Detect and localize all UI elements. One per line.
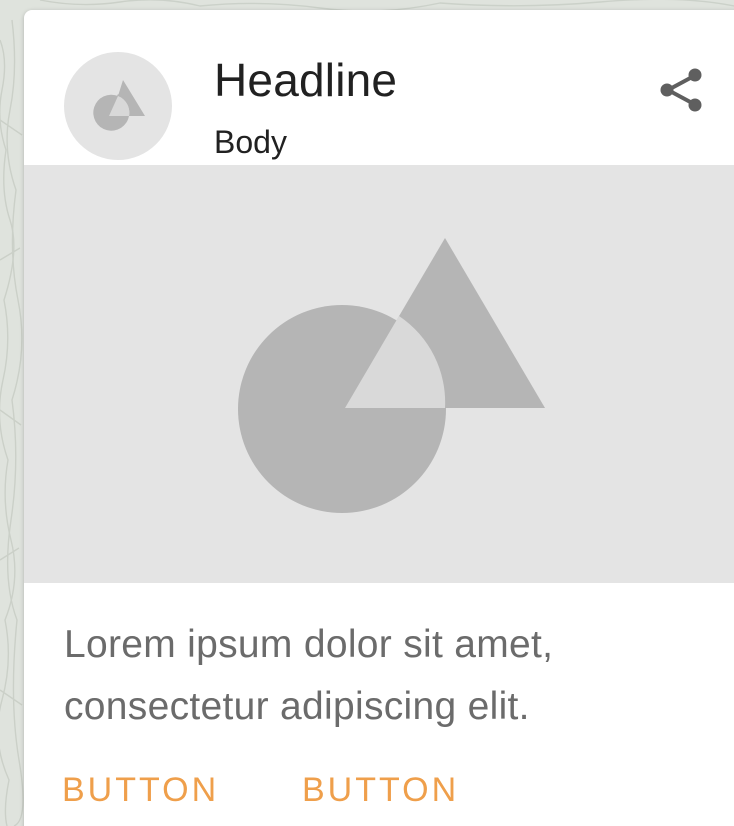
avatar [64, 52, 172, 160]
action-button-2[interactable]: BUTTON [302, 762, 459, 818]
card-supporting-text: Lorem ipsum dolor sit amet, consectetur … [64, 623, 554, 728]
card-headline: Headline [214, 54, 398, 106]
image-placeholder-icon [238, 238, 545, 513]
card-subhead: Body [214, 124, 287, 160]
card: Headline Body Lorem ipsum dolor sit amet… [24, 10, 734, 826]
image-placeholder-icon [93, 80, 145, 131]
share-button[interactable] [654, 62, 710, 118]
action-button-1[interactable]: BUTTON [62, 762, 219, 818]
card-media [24, 165, 734, 583]
share-icon [660, 68, 702, 112]
